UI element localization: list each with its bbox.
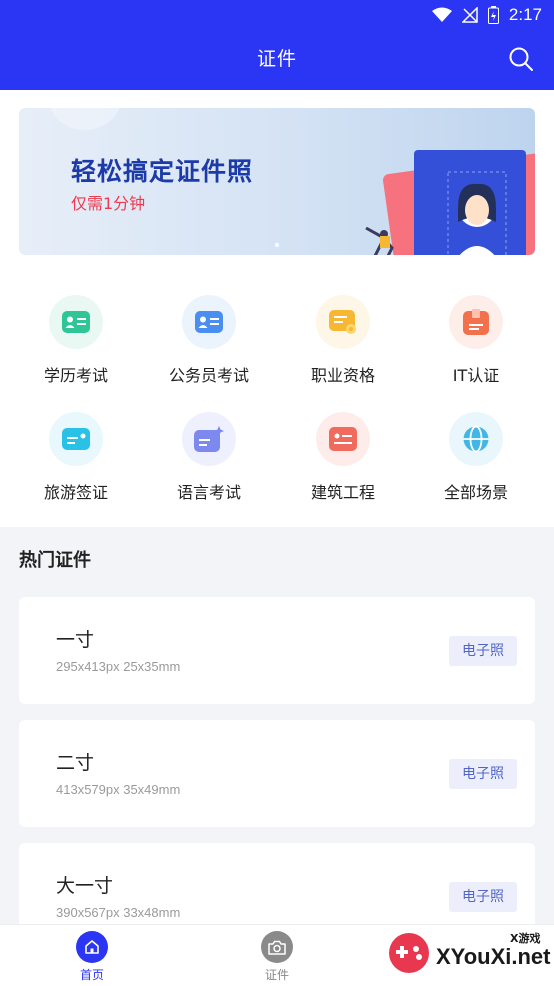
category-it-cert[interactable]: IT认证 xyxy=(407,295,545,386)
photo-size-card[interactable]: 一寸 295x413px 25x35mm 电子照 xyxy=(19,597,535,704)
e-photo-badge[interactable]: 电子照 xyxy=(449,882,517,912)
size-spec: 413x579px 35x49mm xyxy=(56,782,181,797)
category-construction[interactable]: 建筑工程 xyxy=(274,412,412,503)
id-card-icon xyxy=(182,295,236,349)
watermark-logo: X游戏 XYouXi.net xyxy=(386,930,551,980)
tab-certificates[interactable]: 证件 xyxy=(237,931,317,983)
size-name: 二寸 xyxy=(56,752,95,774)
category-civil-service[interactable]: 公务员考试 xyxy=(140,295,278,386)
category-language[interactable]: 语言考试 xyxy=(140,412,278,503)
camera-icon xyxy=(261,931,293,963)
size-name: 大一寸 xyxy=(56,875,114,897)
category-label: 语言考试 xyxy=(176,483,241,502)
size-spec: 295x413px 25x35mm xyxy=(56,659,181,674)
photo-size-card[interactable]: 二寸 413x579px 35x49mm 电子照 xyxy=(19,720,535,827)
category-label: IT认证 xyxy=(452,366,500,385)
photo-size-card[interactable]: 大一寸 390x567px 33x48mm 电子照 xyxy=(19,843,535,933)
page-title: 证件 xyxy=(256,48,297,70)
tab-home[interactable]: 首页 xyxy=(52,931,132,983)
tab-label: 证件 xyxy=(264,968,289,982)
banner-decoration xyxy=(49,108,121,130)
category-all-scenes[interactable]: 全部场景 xyxy=(407,412,545,503)
main-content: 轻松搞定证件照 仅需1分钟 学历考试 公务员考试 职业资格 IT认证 旅游签证 … xyxy=(0,90,554,527)
tab-label: 首页 xyxy=(79,968,104,982)
category-label: 全部场景 xyxy=(443,483,508,502)
status-bar: 2:17 xyxy=(0,0,554,32)
category-travel-visa[interactable]: 旅游签证 xyxy=(7,412,145,503)
globe-icon xyxy=(449,412,503,466)
top-bar: 2:17 证件 xyxy=(0,0,554,90)
category-academic[interactable]: 学历考试 xyxy=(7,295,145,386)
category-label: 旅游签证 xyxy=(43,483,108,502)
wifi-icon xyxy=(431,7,452,22)
id-photo-illustration xyxy=(365,150,535,255)
carousel-indicator xyxy=(275,243,279,247)
category-professional[interactable]: 职业资格 xyxy=(274,295,412,386)
banner-title: 轻松搞定证件照 xyxy=(71,157,254,186)
size-name: 一寸 xyxy=(56,629,95,651)
battery-icon xyxy=(487,6,499,24)
category-label: 学历考试 xyxy=(43,366,108,385)
badge-icon xyxy=(449,295,503,349)
no-signal-icon xyxy=(461,7,478,23)
e-photo-badge[interactable]: 电子照 xyxy=(449,636,517,666)
banner-subtitle: 仅需1分钟 xyxy=(71,194,146,213)
home-icon xyxy=(76,931,108,963)
construction-card-icon xyxy=(316,412,370,466)
category-label: 公务员考试 xyxy=(168,366,249,385)
search-icon[interactable] xyxy=(508,46,534,72)
e-photo-badge[interactable]: 电子照 xyxy=(449,759,517,789)
language-card-icon xyxy=(182,412,236,466)
promo-banner[interactable]: 轻松搞定证件照 仅需1分钟 xyxy=(19,108,535,255)
size-spec: 390x567px 33x48mm xyxy=(56,905,181,920)
certificate-icon xyxy=(316,295,370,349)
id-card-icon xyxy=(49,295,103,349)
section-title: 热门证件 xyxy=(19,550,91,571)
watermark-text: XYouXi.net xyxy=(436,944,551,969)
category-label: 职业资格 xyxy=(310,366,375,385)
gamepad-logo-icon xyxy=(389,933,429,973)
travel-card-icon xyxy=(49,412,103,466)
category-label: 建筑工程 xyxy=(310,483,375,502)
status-time: 2:17 xyxy=(508,5,542,24)
